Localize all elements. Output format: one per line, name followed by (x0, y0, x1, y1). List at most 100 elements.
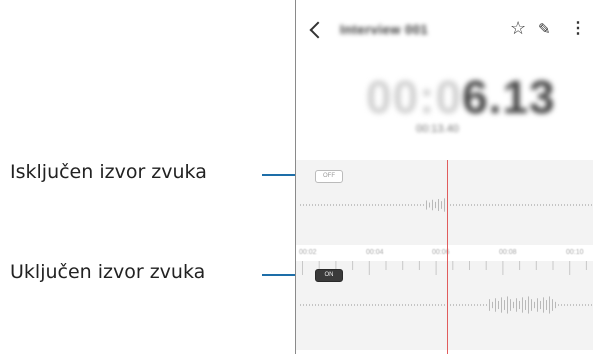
waveform-bar (357, 304, 358, 306)
waveform-bar (528, 204, 529, 206)
waveform-bar (543, 297, 544, 313)
waveform-bar (519, 204, 520, 206)
waveform-bar (396, 204, 397, 206)
ruler-tick (452, 261, 454, 270)
back-arrow-icon[interactable] (309, 21, 327, 39)
waveform-bar (513, 204, 514, 206)
waveform-bar (363, 304, 364, 306)
waveform-bar (441, 304, 442, 306)
playhead-line[interactable] (447, 160, 448, 354)
waveform-bar (525, 204, 526, 206)
waveform-bar (567, 204, 568, 206)
timeline-ruler[interactable]: 00:02 00:04 00:06 00:08 00:10 (296, 245, 593, 261)
waveform-bar (354, 304, 355, 306)
waveform-bar (369, 304, 370, 306)
elapsed-timer: 00:06.13 (366, 70, 556, 124)
more-vertical-icon[interactable]: ⋮ (570, 18, 586, 38)
source-off-toggle[interactable]: OFF (315, 170, 343, 183)
waveform-bar (468, 204, 469, 206)
waveform-bar (477, 204, 478, 206)
waveform-bar (501, 204, 502, 206)
waveform-bar (432, 199, 433, 211)
ruler-tick (435, 261, 437, 275)
waveform-bar (504, 204, 505, 206)
waveform-bar (462, 304, 463, 306)
waveform-bar (336, 304, 337, 306)
waveform-bar (573, 204, 574, 206)
waveform-track-1 (300, 198, 592, 212)
waveform-bar (429, 202, 430, 208)
waveform-bar (381, 304, 382, 306)
waveform-bar (306, 204, 307, 206)
waveform-bar (441, 201, 442, 209)
callout-on-source: Uključen izvor zvuka (10, 261, 206, 283)
waveform-bar (498, 300, 499, 310)
waveform-bar (456, 204, 457, 206)
waveform-bar (345, 304, 346, 306)
waveform-bar (558, 204, 559, 206)
waveform-bar (369, 204, 370, 206)
waveform-bar (324, 304, 325, 306)
waveform-bar (336, 204, 337, 206)
waveform-bar (387, 204, 388, 206)
waveform-bar (525, 300, 526, 310)
waveform-bar (516, 298, 517, 312)
waveform-bar (378, 304, 379, 306)
ruler-tick (302, 261, 303, 275)
waveform-bar (390, 204, 391, 206)
ruler-tick (585, 261, 587, 270)
waveform-bar (432, 304, 433, 306)
waveform-bar (459, 304, 460, 306)
waveform-bar (576, 204, 577, 206)
waveform-bar (456, 304, 457, 306)
phone-screen: Interview 001 ☆ ✎ ⋮ 00:06.13 00:13.40 00… (295, 0, 593, 354)
waveform-bar (588, 304, 589, 306)
waveform-bar (480, 304, 481, 306)
source-on-toggle[interactable]: ON (315, 269, 343, 282)
waveform-bar (333, 204, 334, 206)
waveform-bar (348, 204, 349, 206)
waveform-bar (582, 204, 583, 206)
waveform-bar (390, 304, 391, 306)
callout-off-source: Isključen izvor zvuka (10, 161, 207, 183)
star-icon[interactable]: ☆ (510, 18, 526, 39)
edit-pencil-icon[interactable]: ✎ (538, 20, 551, 38)
waveform-bar (471, 304, 472, 306)
waveform-bar (471, 204, 472, 206)
waveform-bar (546, 300, 547, 310)
waveform-bar (414, 304, 415, 306)
waveform-bar (465, 304, 466, 306)
waveform-bar (429, 304, 430, 306)
waveform-bar (579, 204, 580, 206)
waveform-bar (399, 204, 400, 206)
waveform-bar (360, 304, 361, 306)
waveform-bar (375, 304, 376, 306)
waveform-bar (327, 304, 328, 306)
waveform-bar (420, 204, 421, 206)
waveform-bar (474, 304, 475, 306)
waveform-bar (309, 304, 310, 306)
waveform-bar (465, 204, 466, 206)
waveform-bar (300, 204, 301, 206)
waveform-bar (339, 204, 340, 206)
waveform-bar (363, 204, 364, 206)
waveform-bar (384, 304, 385, 306)
waveform-bar (561, 204, 562, 206)
waveform-bar (408, 304, 409, 306)
waveform-bar (552, 204, 553, 206)
waveform-bar (387, 304, 388, 306)
ruler-tick (352, 261, 354, 270)
ruler-tick (519, 261, 521, 270)
waveform-bar (402, 304, 403, 306)
waveform-bar (519, 300, 520, 310)
waveform-bar (558, 304, 559, 306)
tick-label: 00:08 (499, 249, 517, 256)
waveform-bar (495, 204, 496, 206)
waveform-bar (573, 304, 574, 306)
waveform-bar (567, 304, 568, 306)
waveform-bar (426, 304, 427, 306)
waveform-bar (330, 304, 331, 306)
waveform-bar (384, 204, 385, 206)
ruler-tick (552, 261, 554, 270)
waveform-bar (351, 304, 352, 306)
